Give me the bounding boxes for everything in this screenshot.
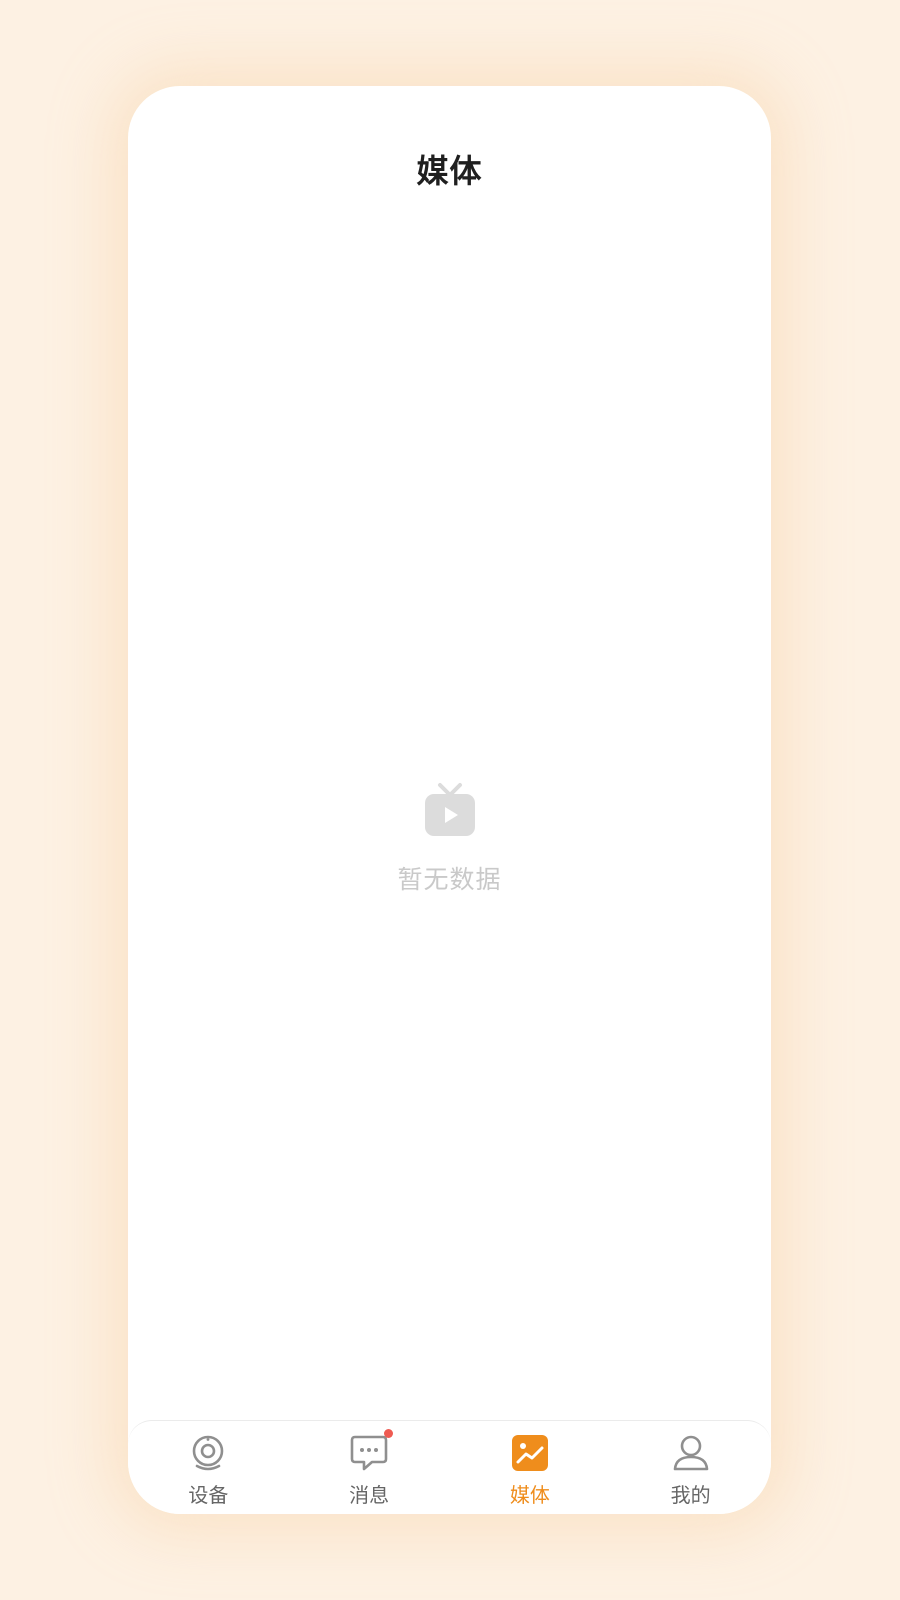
gallery-icon bbox=[510, 1433, 550, 1473]
tab-media[interactable]: 媒体 bbox=[450, 1421, 611, 1514]
user-icon bbox=[671, 1433, 711, 1473]
tab-messages[interactable]: 消息 bbox=[289, 1421, 450, 1514]
tab-messages-label: 消息 bbox=[349, 1483, 390, 1507]
unread-badge-dot bbox=[384, 1429, 394, 1438]
tab-profile-label: 我的 bbox=[670, 1483, 711, 1507]
page-title: 媒体 bbox=[416, 152, 483, 190]
tv-play-icon bbox=[424, 783, 475, 836]
app-screen: 媒体 暂无数据 设备 消息 媒体 我的 bbox=[128, 86, 771, 1514]
camera-icon bbox=[188, 1433, 228, 1473]
empty-state-text: 暂无数据 bbox=[397, 865, 502, 894]
tab-profile[interactable]: 我的 bbox=[610, 1421, 771, 1514]
tab-device[interactable]: 设备 bbox=[128, 1421, 289, 1514]
empty-state: 暂无数据 bbox=[128, 782, 771, 896]
bottom-tab-bar: 设备 消息 媒体 我的 bbox=[128, 1420, 771, 1514]
tab-device-label: 设备 bbox=[188, 1483, 229, 1507]
tab-media-label: 媒体 bbox=[509, 1483, 550, 1507]
chat-bubble-icon bbox=[349, 1429, 394, 1473]
